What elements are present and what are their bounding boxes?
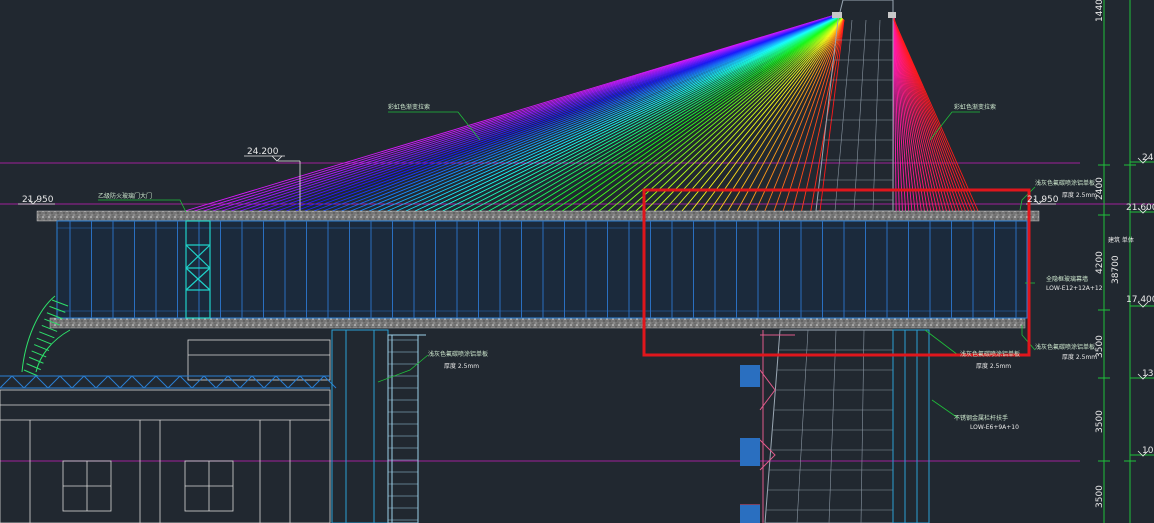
note-curtain-sub: LOW-E12+12A+12: [1046, 285, 1103, 292]
dim-14400: 14400: [1095, 0, 1105, 22]
dim-3500-c: 3500: [1095, 485, 1105, 508]
cad-elevation-drawing: 21.950 24.200 21.950 21.600 17.400 13. 1…: [0, 0, 1154, 523]
note-alu-left: 浅灰色氟碳喷涂铝单板: [428, 350, 488, 358]
note-glass-top-sub: 厚度 2.5mm: [1062, 191, 1097, 199]
note-alu-mid-sub: 厚度 2.5mm: [976, 362, 1011, 370]
note-alu-right-sub: 厚度 2.5mm: [1062, 353, 1097, 361]
support-column-right: [892, 329, 930, 523]
stair-pylon-steps: [740, 365, 760, 523]
dim-note: 建筑 单体: [1108, 236, 1134, 244]
note-curtain: 全隐框玻璃幕墙: [1046, 275, 1088, 283]
lower-building-left: [0, 339, 331, 523]
level-13: 13.: [1142, 369, 1154, 379]
note-rail: 不锈钢金属栏杆扶手: [954, 414, 1008, 422]
note-gate: 乙级防火玻璃门大门: [98, 192, 152, 200]
note-alu-right: 浅灰色氟碳喷涂铝单板: [1035, 343, 1095, 351]
note-glass-top: 浅灰色氟碳喷涂铝单板: [1035, 179, 1095, 187]
level-21950-left: 21.950: [22, 195, 54, 205]
note-alu-left-sub: 厚度 2.5mm: [444, 362, 479, 370]
curtain-wall: [56, 220, 1028, 319]
level-21600: 21.600: [1126, 203, 1154, 213]
dim-3500-b: 3500: [1095, 410, 1105, 433]
note-rail-sub: LOW-E6+9A+10: [970, 424, 1019, 431]
note-alu-mid: 浅灰色氟碳喷涂铝单板: [960, 350, 1020, 358]
cable-fan-left: [184, 13, 845, 212]
note-cable-right: 彩虹色渐变拉索: [954, 103, 996, 111]
dim-4200: 4200: [1095, 251, 1105, 274]
level-10: 10.: [1142, 446, 1154, 456]
level-17400: 17.400: [1126, 295, 1154, 305]
level-24: 24.: [1142, 153, 1154, 163]
note-cable-left: 彩虹色渐变拉索: [388, 103, 430, 111]
bridge-bottom-slab: [49, 317, 1026, 329]
dim-38700: 38700: [1111, 255, 1121, 284]
bridge-top-slab: [36, 210, 1040, 222]
level-21950-right: 21.950: [1027, 195, 1059, 205]
roof-truss: [0, 375, 337, 389]
support-column-left: [331, 329, 426, 523]
cable-fan-right: [892, 15, 979, 212]
level-24200: 24.200: [247, 147, 279, 157]
